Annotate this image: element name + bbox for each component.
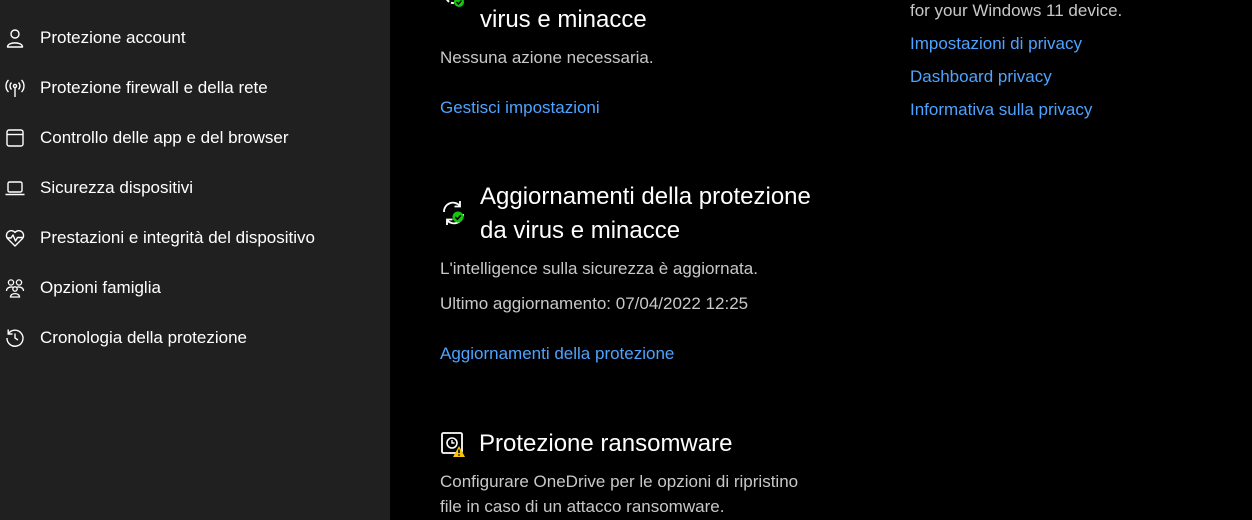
privacy-intro-text: for your Windows 11 device.: [910, 1, 1123, 20]
threat-settings-heading: virus e minacce: [480, 6, 647, 33]
sidebar-item-label: Sicurezza dispositivi: [40, 178, 194, 197]
ransomware-vault-icon: [439, 430, 469, 460]
privacy-statement-link[interactable]: Informativa sulla privacy: [910, 100, 1092, 120]
sidebar-item-app-browser-control[interactable]: Controllo delle app e del browser: [0, 118, 390, 158]
sidebar-item-label: Cronologia della protezione: [40, 328, 247, 347]
sidebar-item-protection-history[interactable]: Cronologia della protezione: [0, 318, 390, 358]
sidebar-item-label: Protezione account: [40, 28, 186, 47]
ransomware-heading: Protezione ransomware: [479, 430, 733, 457]
laptop-icon: [4, 177, 26, 199]
sidebar-item-device-security[interactable]: Sicurezza dispositivi: [0, 168, 390, 208]
refresh-check-icon: [439, 198, 469, 228]
sidebar-item-label: Prestazioni e integrità del dispositivo: [40, 228, 315, 247]
antenna-icon: [4, 77, 26, 99]
ransomware-desc-line1: Configurare OneDrive per le opzioni di r…: [440, 472, 799, 491]
updates-heading-line1: Aggiornamenti della protezione: [480, 183, 811, 210]
privacy-settings-link[interactable]: Impostazioni di privacy: [910, 34, 1082, 54]
protection-updates-link[interactable]: Aggiornamenti della protezione: [440, 344, 674, 364]
heart-pulse-icon: [4, 227, 26, 249]
updates-status: L'intelligence sulla sicurezza è aggiorn…: [440, 259, 758, 278]
sidebar-item-label: Controllo delle app e del browser: [40, 128, 289, 147]
app-window-icon: [4, 127, 26, 149]
sidebar-item-label: Protezione firewall e della rete: [40, 78, 268, 97]
person-icon: [4, 27, 26, 49]
sidebar-item-label: Opzioni famiglia: [40, 278, 161, 297]
sidebar-item-family-options[interactable]: Opzioni famiglia: [0, 268, 390, 308]
main-content: virus e minacce Nessuna azione necessari…: [390, 0, 1252, 520]
manage-settings-link[interactable]: Gestisci impostazioni: [440, 98, 600, 118]
sidebar-item-firewall[interactable]: Protezione firewall e della rete: [0, 68, 390, 108]
ransomware-desc-line2: file in caso di un attacco ransomware.: [440, 497, 725, 516]
gear-check-icon: [440, 0, 470, 14]
family-icon: [4, 277, 26, 299]
updates-heading-line2: da virus e minacce: [480, 217, 681, 244]
privacy-dashboard-link[interactable]: Dashboard privacy: [910, 67, 1052, 87]
sidebar-item-account-protection[interactable]: Protezione account: [0, 18, 390, 58]
threat-settings-status: Nessuna azione necessaria.: [440, 48, 654, 67]
sidebar-item-device-performance[interactable]: Prestazioni e integrità del dispositivo: [0, 218, 390, 258]
history-icon: [4, 327, 26, 349]
last-update-text: Ultimo aggiornamento: 07/04/2022 12:25: [440, 294, 749, 313]
sidebar-nav: Protezione account Protezione firewall e…: [0, 0, 390, 520]
